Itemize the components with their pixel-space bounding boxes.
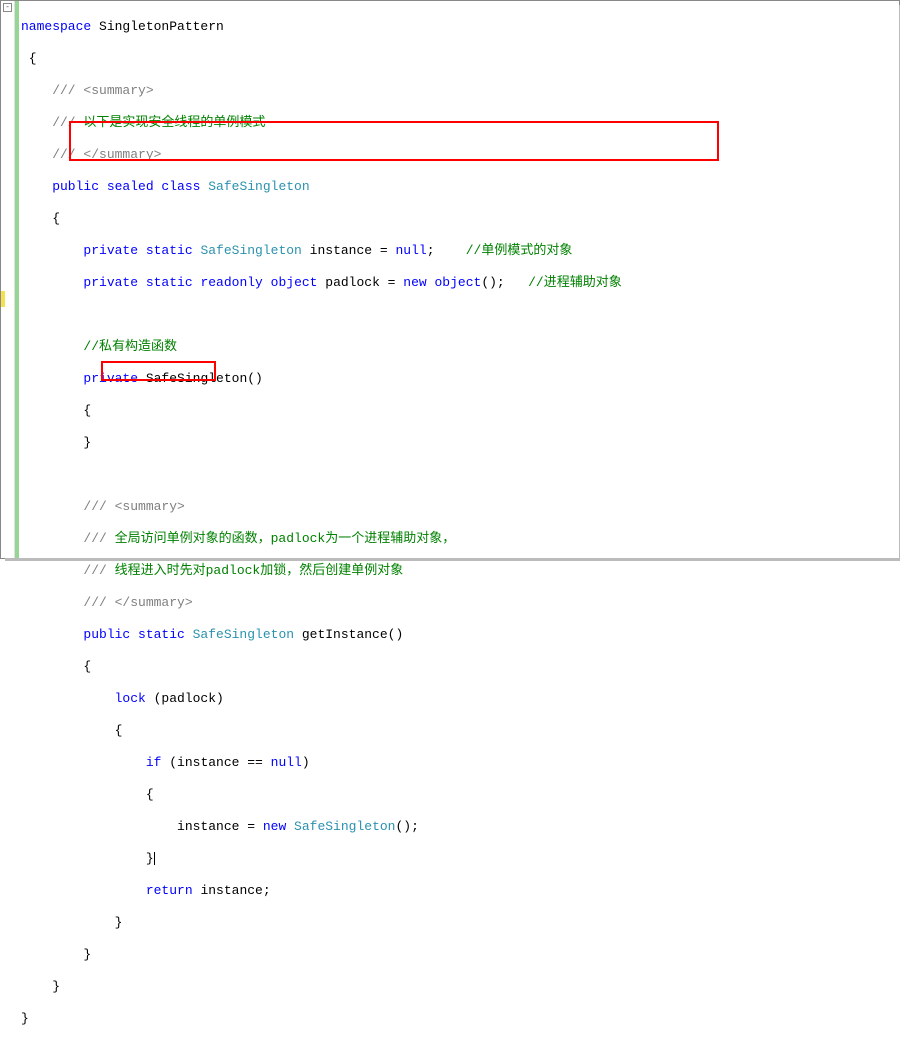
- keyword-null: null: [271, 755, 302, 770]
- keyword-class: class: [154, 179, 201, 194]
- assignment: instance =: [21, 819, 263, 834]
- if-condition: (instance ==: [161, 755, 270, 770]
- brace-open: {: [21, 211, 60, 226]
- keyword-public: public: [21, 627, 130, 642]
- keyword-if: if: [21, 755, 161, 770]
- keyword-static: static: [130, 627, 185, 642]
- doc-text: 以下是实现安全线程的单例模式: [83, 115, 265, 130]
- keyword-return: return: [21, 883, 193, 898]
- indent: [21, 339, 83, 354]
- brace-close: }: [21, 947, 91, 962]
- keyword-public: public: [21, 179, 99, 194]
- comment: //进程辅助对象: [528, 275, 622, 290]
- namespace-name: SingletonPattern: [91, 19, 224, 34]
- keyword-private: private: [21, 371, 138, 386]
- doc-slash: ///: [21, 147, 83, 162]
- keyword-static: static: [138, 275, 193, 290]
- brace-close: }: [21, 979, 60, 994]
- keyword-private: private: [21, 275, 138, 290]
- keyword-object: object: [263, 275, 318, 290]
- text-cursor: [154, 852, 155, 865]
- shadow-bottom: [5, 558, 900, 561]
- doc-slash: ///: [21, 115, 83, 130]
- fold-icon[interactable]: -: [3, 3, 12, 12]
- comment: //私有构造函数: [83, 339, 177, 354]
- code-content[interactable]: namespace SingletonPattern { /// <summar…: [19, 1, 899, 558]
- type-name: SafeSingleton: [193, 243, 302, 258]
- code-editor: - namespace SingletonPattern { /// <summ…: [1, 1, 899, 558]
- class-name: SafeSingleton: [200, 179, 309, 194]
- keyword-readonly: readonly: [193, 275, 263, 290]
- return-expr: instance;: [193, 883, 271, 898]
- brace-open: {: [21, 787, 154, 802]
- doc-slash: ///: [21, 531, 115, 546]
- modified-line-marker: [1, 291, 5, 307]
- keyword-namespace: namespace: [21, 19, 91, 34]
- keyword-static: static: [138, 243, 193, 258]
- brace-open: {: [21, 51, 37, 66]
- keyword-lock: lock: [21, 691, 146, 706]
- doc-slash: ///: [21, 563, 115, 578]
- brace-close: }: [21, 435, 91, 450]
- brace-close: }: [21, 1011, 29, 1026]
- method-name: getInstance(): [294, 627, 403, 642]
- brace-open: {: [21, 659, 91, 674]
- doc-slash: ///: [21, 83, 83, 98]
- keyword-new: new: [403, 275, 426, 290]
- parens: ();: [481, 275, 528, 290]
- keyword-private: private: [21, 243, 138, 258]
- return-type: SafeSingleton: [185, 627, 294, 642]
- keyword-object: object: [427, 275, 482, 290]
- doc-text: 线程进入时先对padlock加锁，然后创建单例对象: [115, 563, 404, 578]
- keyword-null: null: [395, 243, 426, 258]
- var-decl: instance =: [302, 243, 396, 258]
- parens: ();: [395, 819, 418, 834]
- constructor-name: SafeSingleton(): [138, 371, 263, 386]
- brace-open: {: [21, 723, 122, 738]
- doc-summary-open: <summary>: [83, 83, 153, 98]
- type-name: SafeSingleton: [286, 819, 395, 834]
- paren-close: ): [302, 755, 310, 770]
- keyword-new: new: [263, 819, 286, 834]
- doc-summary-close: </summary>: [83, 147, 161, 162]
- brace-close: }: [21, 851, 154, 866]
- lock-arg: (padlock): [146, 691, 224, 706]
- doc-summary-open: <summary>: [115, 499, 185, 514]
- comment: //单例模式的对象: [466, 243, 573, 258]
- semicolon: ;: [427, 243, 466, 258]
- brace-open: {: [21, 403, 91, 418]
- doc-slash: ///: [21, 595, 115, 610]
- brace-close: }: [21, 915, 122, 930]
- editor-gutter: -: [1, 1, 15, 558]
- doc-summary-close: </summary>: [115, 595, 193, 610]
- doc-slash: ///: [21, 499, 115, 514]
- var-decl: padlock =: [317, 275, 403, 290]
- keyword-sealed: sealed: [99, 179, 154, 194]
- doc-text: 全局访问单例对象的函数，padlock为一个进程辅助对象，: [115, 531, 456, 546]
